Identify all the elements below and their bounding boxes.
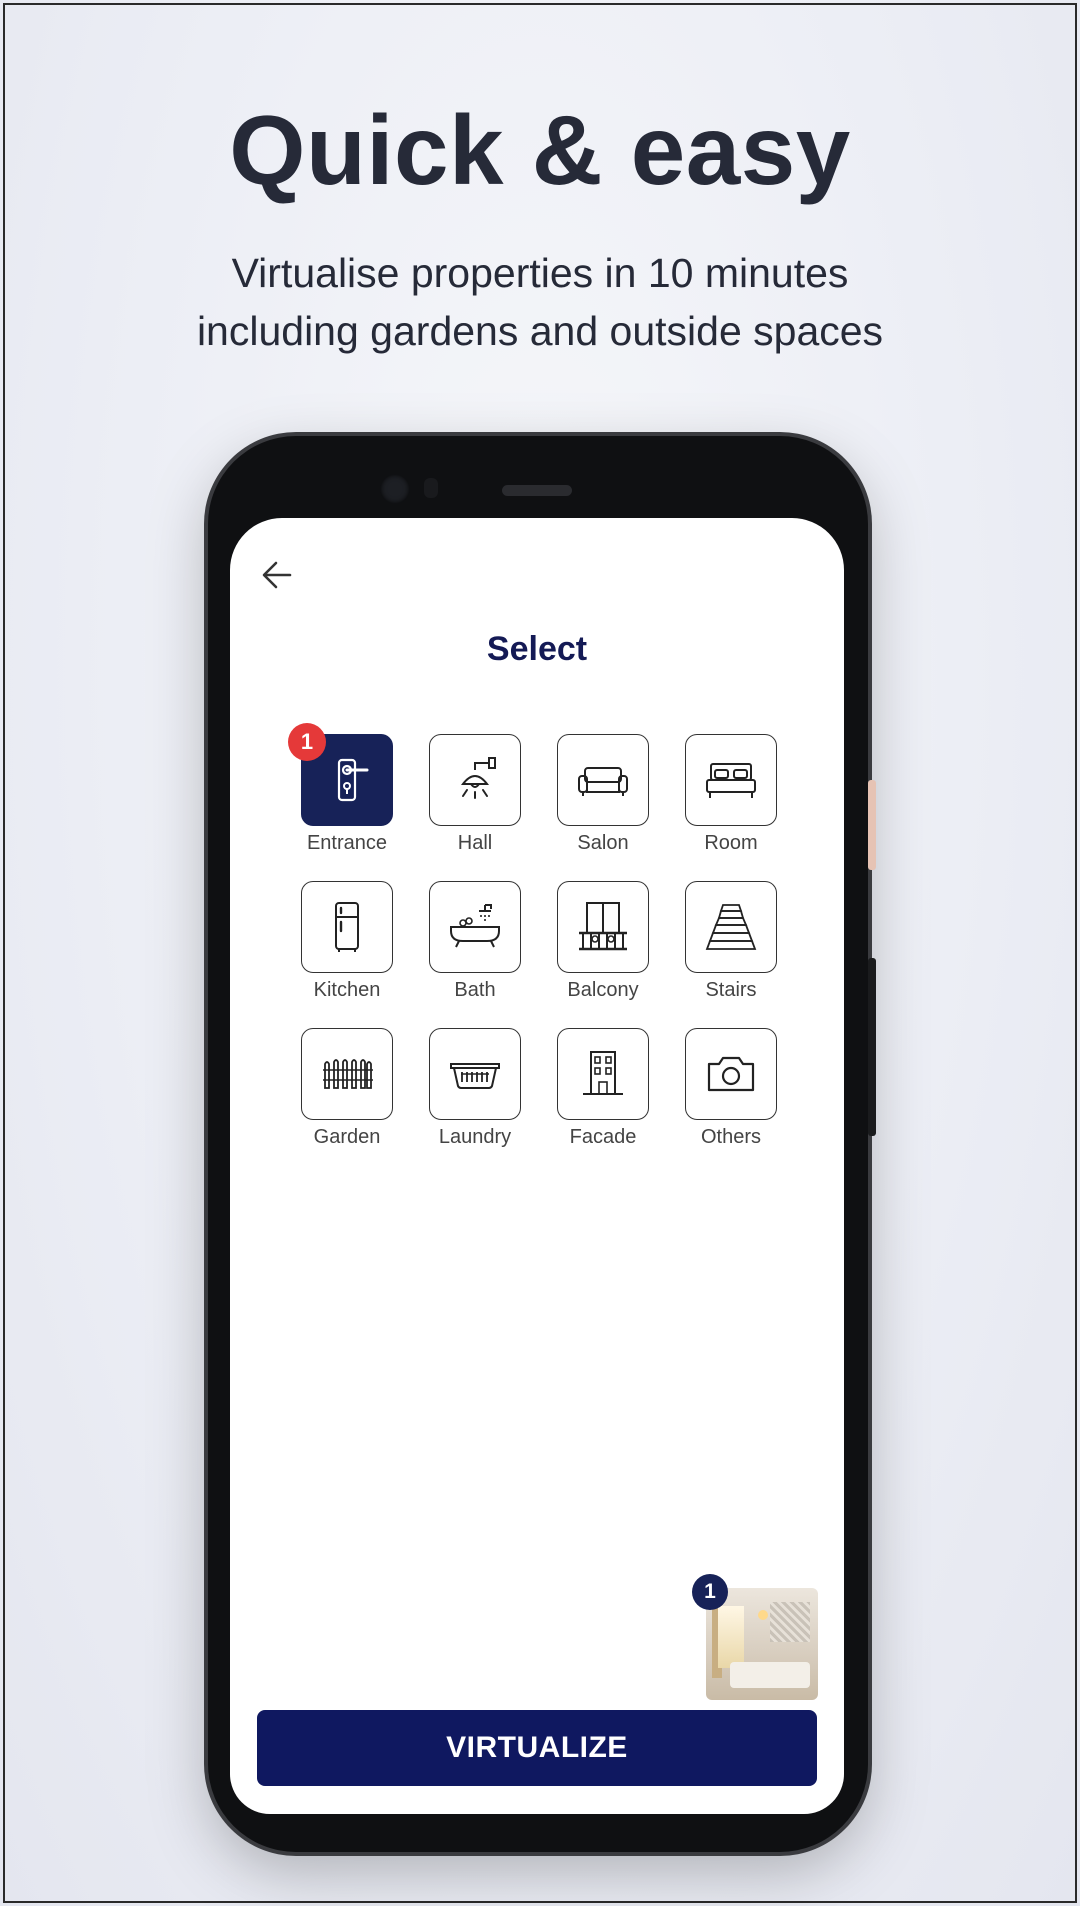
balcony-icon	[579, 902, 627, 951]
phone-volume-button	[868, 958, 876, 1136]
phone-power-button	[868, 780, 876, 870]
category-label: Hall	[457, 832, 493, 854]
category-balcony[interactable]: Balcony	[555, 881, 651, 1002]
app-screen: Select 1 Entrance Hall Salon Room Kitche…	[230, 518, 844, 1814]
front-camera-icon	[380, 474, 410, 504]
category-icon-box: 1	[288, 723, 393, 826]
fridge-icon	[335, 902, 359, 952]
category-salon[interactable]: Salon	[555, 734, 651, 855]
category-label: Entrance	[306, 832, 388, 854]
bed-icon	[706, 763, 756, 798]
arrow-left-icon	[262, 561, 292, 589]
category-stairs[interactable]: Stairs	[683, 881, 779, 1002]
category-label: Bath	[454, 979, 496, 1001]
category-label: Room	[704, 832, 758, 854]
category-icon-box	[301, 881, 393, 973]
camera-icon	[707, 1056, 755, 1092]
category-icon-box	[557, 734, 649, 826]
sofa-icon	[578, 767, 628, 796]
category-icon-box	[557, 1028, 649, 1120]
category-kitchen[interactable]: Kitchen	[299, 881, 395, 1002]
category-label: Garden	[313, 1126, 381, 1148]
category-label: Stairs	[705, 979, 757, 1001]
category-label: Laundry	[438, 1126, 512, 1148]
category-icon-box	[685, 1028, 777, 1120]
category-label: Others	[700, 1126, 762, 1148]
category-entrance[interactable]: 1 Entrance	[288, 723, 395, 855]
promo-subline-line-2: including gardens and outside spaces	[196, 308, 884, 354]
laundry-basket-icon	[450, 1063, 500, 1089]
earpiece-speaker	[502, 485, 572, 496]
virtualize-button[interactable]: VIRTUALIZE	[257, 1710, 817, 1786]
category-garden[interactable]: Garden	[299, 1028, 395, 1149]
category-icon-box	[429, 881, 521, 973]
category-facade[interactable]: Facade	[555, 1028, 651, 1149]
promo-subline-line-1: Virtualise properties in 10 minutes	[231, 250, 849, 296]
category-icon-box	[429, 1028, 521, 1120]
category-label: Salon	[577, 832, 629, 854]
ceiling-lamp-icon	[460, 757, 496, 799]
proximity-sensor	[424, 478, 438, 498]
category-hall[interactable]: Hall	[427, 734, 523, 855]
category-bath[interactable]: Bath	[427, 881, 523, 1002]
category-icon-box	[685, 734, 777, 826]
captured-photo-thumbnail[interactable]	[706, 1588, 818, 1700]
promo-headline: Quick & easy	[229, 95, 851, 205]
door-handle-icon	[337, 758, 369, 802]
category-laundry[interactable]: Laundry	[427, 1028, 523, 1149]
category-label: Facade	[569, 1126, 637, 1148]
building-icon	[583, 1051, 623, 1095]
selection-count-badge: 1	[288, 723, 326, 761]
bathtub-icon	[450, 904, 500, 948]
category-label: Balcony	[567, 979, 639, 1001]
screen-title: Select	[486, 630, 588, 668]
promo-subline: Virtualise properties in 10 minutes incl…	[0, 244, 1080, 360]
category-icon-box	[685, 881, 777, 973]
category-icon-box	[301, 1028, 393, 1120]
category-icon-box	[557, 881, 649, 973]
category-icon-box	[429, 734, 521, 826]
stairs-icon	[705, 904, 757, 950]
photo-count-badge: 1	[692, 1574, 728, 1610]
category-label: Kitchen	[313, 979, 381, 1001]
category-room[interactable]: Room	[683, 734, 779, 855]
fence-icon	[323, 1059, 373, 1089]
back-button[interactable]	[260, 558, 294, 592]
category-others[interactable]: Others	[683, 1028, 779, 1149]
